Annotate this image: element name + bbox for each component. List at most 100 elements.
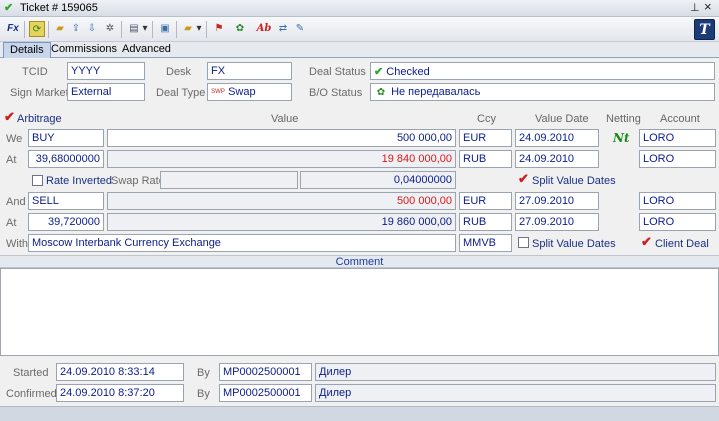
- started-role-field: Дилер: [315, 363, 716, 381]
- we-account-field[interactable]: LORO: [639, 129, 716, 147]
- bo-status-field[interactable]: ✿ Не передавалась: [370, 83, 715, 101]
- and-value-field: 500 000,00: [107, 192, 456, 210]
- ccy-column-header: Ccy: [477, 113, 496, 125]
- at1-rate-field[interactable]: 39,68000000: [28, 150, 104, 168]
- comment-textarea[interactable]: [0, 268, 719, 356]
- account-column-header: Account: [660, 113, 700, 125]
- and-label: And: [6, 196, 26, 208]
- netting-icon[interactable]: Nt: [613, 131, 630, 145]
- at2-date-field[interactable]: 27.09.2010: [515, 213, 599, 231]
- toolbar-separator: [24, 21, 25, 38]
- swap-rate-field: 0,04000000: [300, 171, 456, 189]
- at1-value-field: 19 840 000,00: [107, 150, 456, 168]
- status-bar: [0, 406, 719, 421]
- desk-field[interactable]: FX: [207, 62, 292, 80]
- refresh-icon[interactable]: ⟳: [29, 21, 45, 37]
- open-folder-icon[interactable]: ▰: [52, 21, 68, 37]
- at1-account-field[interactable]: LORO: [639, 150, 716, 168]
- at1-date-field[interactable]: 24.09.2010: [515, 150, 599, 168]
- edit-icon[interactable]: ✎: [292, 21, 308, 37]
- comment-header: Comment: [0, 255, 719, 268]
- swap-rate-label: Swap Rate: [111, 175, 165, 187]
- split-value-dates-checkbox[interactable]: [518, 237, 529, 248]
- at2-ccy-field[interactable]: RUB: [459, 213, 512, 231]
- toolbar-separator: [176, 21, 177, 38]
- at2-value-field: 19 860 000,00: [107, 213, 456, 231]
- at1-label: At: [6, 154, 17, 166]
- deal-status-field[interactable]: ✔ Checked: [370, 62, 715, 80]
- arbitrage-label: Arbitrage: [17, 113, 62, 125]
- close-icon[interactable]: ×: [704, 0, 712, 14]
- toolbar-separator: [152, 21, 153, 38]
- tab-advanced[interactable]: Advanced: [116, 42, 177, 58]
- and-account-field[interactable]: LORO: [639, 192, 716, 210]
- split-value-dates-label-2: Split Value Dates: [532, 238, 616, 250]
- and-ccy-field[interactable]: EUR: [459, 192, 512, 210]
- checked-icon: ✔: [4, 2, 14, 14]
- upload-icon[interactable]: ⇪: [68, 21, 84, 37]
- settings-icon[interactable]: ✲: [102, 21, 118, 37]
- confirmed-by-label: By: [197, 388, 210, 400]
- client-deal-label: Client Deal: [655, 238, 709, 250]
- we-value-field[interactable]: 500 000,00: [107, 129, 456, 147]
- rate-inverted-label: Rate Inverted: [46, 175, 113, 187]
- toolbar-separator: [206, 21, 207, 38]
- folder-icon[interactable]: ▰: [180, 21, 196, 37]
- started-by-label: By: [197, 367, 210, 379]
- deal-type-field[interactable]: SWP Swap: [207, 83, 292, 101]
- we-label: We: [6, 133, 23, 145]
- tab-commissions[interactable]: Commissions: [45, 42, 123, 58]
- preview-icon[interactable]: ▣: [157, 21, 173, 37]
- and-date-field[interactable]: 27.09.2010: [515, 192, 599, 210]
- bo-status-label: B/O Status: [309, 87, 363, 99]
- tcid-field[interactable]: YYYY: [67, 62, 145, 80]
- started-field: 24.09.2010 8:33:14: [56, 363, 184, 381]
- chevron-down-icon[interactable]: ▾: [141, 21, 149, 37]
- value-date-column-header: Value Date: [535, 113, 589, 125]
- bo-status-value: Не передавалась: [391, 86, 481, 98]
- route-icon[interactable]: ⇄: [275, 21, 291, 37]
- sign-market-field[interactable]: External: [67, 83, 145, 101]
- spellcheck-button[interactable]: Ab: [255, 21, 273, 37]
- confirmed-label: Confirmed: [6, 388, 57, 400]
- split-value-dates-label: Split Value Dates: [532, 175, 616, 187]
- and-side-field[interactable]: SELL: [28, 192, 104, 210]
- at1-ccy-field[interactable]: RUB: [459, 150, 512, 168]
- split-value-dates-check-icon[interactable]: ✔: [518, 171, 529, 187]
- checked-icon: ✔: [374, 66, 384, 78]
- we-date-field[interactable]: 24.09.2010: [515, 129, 599, 147]
- at2-account-field[interactable]: LORO: [639, 213, 716, 231]
- window-title: Ticket # 159065: [20, 2, 98, 14]
- flag-icon[interactable]: ⚑: [211, 21, 227, 37]
- at2-label: At: [6, 217, 17, 229]
- deal-status-value: Checked: [386, 66, 430, 78]
- toolbar-separator: [121, 21, 122, 38]
- netting-column-header: Netting: [606, 113, 641, 125]
- bug-icon[interactable]: ✿: [232, 21, 248, 37]
- we-ccy-field[interactable]: EUR: [459, 129, 512, 147]
- rate-inverted-checkbox[interactable]: [32, 175, 43, 186]
- tab-bar: Details Commissions Advanced: [0, 42, 719, 58]
- confirmed-role-field: Дилер: [315, 384, 716, 402]
- toolbar: Fx ⟳ ▰ ⇪ ⇩ ✲ ▤ ▾ ▣ ▰ ▾ ⚑ ✿ Ab ⇄ ✎ T: [0, 17, 719, 42]
- swap-icon: SWP: [211, 88, 225, 95]
- value-column-header: Value: [271, 113, 299, 125]
- app-logo: T: [694, 19, 715, 40]
- at2-rate-field[interactable]: 39,720000: [28, 213, 104, 231]
- started-by-field: MP0002500001: [219, 363, 312, 381]
- arbitrage-checkbox-icon[interactable]: ✔: [4, 109, 15, 125]
- fx-button[interactable]: Fx: [4, 21, 22, 37]
- we-side-field[interactable]: BUY: [28, 129, 104, 147]
- client-deal-check-icon[interactable]: ✔: [641, 234, 652, 250]
- swap-rate-spacer: [160, 171, 298, 189]
- tcid-label: TCID: [22, 66, 48, 78]
- pin-icon[interactable]: ⊥: [690, 1, 700, 14]
- venue-field[interactable]: MMVB: [459, 234, 512, 252]
- download-icon[interactable]: ⇩: [84, 21, 100, 37]
- chevron-down-icon[interactable]: ▾: [195, 21, 203, 37]
- confirmed-field: 24.09.2010 8:37:20: [56, 384, 184, 402]
- tab-details[interactable]: Details: [3, 42, 51, 58]
- counterparty-field[interactable]: Moscow Interbank Currency Exchange: [28, 234, 456, 252]
- print-icon[interactable]: ▤: [126, 21, 142, 37]
- desk-label: Desk: [166, 66, 192, 78]
